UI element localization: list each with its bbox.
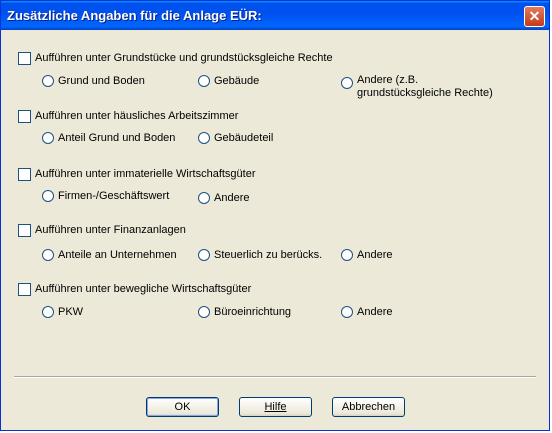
radio-label: Andere (z.B. grundstücksgleiche Rechte) <box>357 74 493 99</box>
checkbox-arbeitszimmer[interactable]: Aufführen unter häusliches Arbeitszimmer <box>18 110 238 123</box>
radio-label: Steuerlich zu berücks. <box>214 249 323 261</box>
checkbox-label: Aufführen unter bewegliche Wirtschaftsgü… <box>35 283 252 295</box>
dialog-content: Aufführen unter Grundstücke und grundstü… <box>1 30 549 430</box>
radio-firmenwert[interactable]: Firmen-/Geschäftswert <box>42 190 169 203</box>
checkbox-label: Aufführen unter Grundstücke und grundstü… <box>35 52 333 64</box>
radio-circle[interactable] <box>341 306 353 318</box>
checkbox-box[interactable] <box>18 52 31 65</box>
divider <box>14 376 536 378</box>
checkbox-immaterielle[interactable]: Aufführen unter immaterielle Wirtschafts… <box>18 168 256 181</box>
radio-andere-bewegliche[interactable]: Andere <box>341 306 392 319</box>
radio-circle[interactable] <box>42 306 54 318</box>
radio-andere-immaterielle[interactable]: Andere <box>198 192 249 205</box>
radio-bueroeinrichtung[interactable]: Büroeinrichtung <box>198 306 291 319</box>
radio-label: Anteil Grund und Boden <box>58 132 176 144</box>
help-button[interactable]: Hilfe <box>239 397 312 417</box>
checkbox-bewegliche[interactable]: Aufführen unter bewegliche Wirtschaftsgü… <box>18 283 251 296</box>
checkbox-grundstuecke[interactable]: Aufführen unter Grundstücke und grundstü… <box>18 52 333 65</box>
checkbox-box[interactable] <box>18 110 31 123</box>
radio-andere-grundstuecke[interactable]: Andere (z.B. grundstücksgleiche Rechte) <box>341 74 493 100</box>
checkbox-box[interactable] <box>18 168 31 181</box>
radio-circle[interactable] <box>198 306 210 318</box>
radio-circle[interactable] <box>341 249 353 261</box>
checkbox-box[interactable] <box>18 283 31 296</box>
ok-button[interactable]: OK <box>146 397 219 417</box>
radio-pkw[interactable]: PKW <box>42 306 83 319</box>
radio-label: Andere <box>214 192 250 204</box>
radio-anteile-unternehmen[interactable]: Anteile an Unternehmen <box>42 249 177 262</box>
radio-label: Andere <box>357 306 393 318</box>
radio-label: Gebäudeteil <box>214 132 274 144</box>
close-icon: ✕ <box>528 8 541 24</box>
radio-circle[interactable] <box>42 75 54 87</box>
radio-steuerlich[interactable]: Steuerlich zu berücks. <box>198 249 322 262</box>
radio-label: PKW <box>58 306 84 318</box>
radio-circle[interactable] <box>42 190 54 202</box>
dialog-title: Zusätzliche Angaben für die Anlage EÜR: <box>7 8 262 23</box>
checkbox-box[interactable] <box>18 224 31 237</box>
radio-gebaeudeteil[interactable]: Gebäudeteil <box>198 132 273 145</box>
cancel-button[interactable]: Abbrechen <box>332 397 405 417</box>
checkbox-label: Aufführen unter immaterielle Wirtschafts… <box>35 168 256 180</box>
radio-label: Andere <box>357 249 393 261</box>
checkbox-label: Aufführen unter häusliches Arbeitszimmer <box>35 110 239 122</box>
radio-anteil-grund-und-boden[interactable]: Anteil Grund und Boden <box>42 132 175 145</box>
radio-label: Firmen-/Geschäftswert <box>58 190 170 202</box>
radio-grund-und-boden[interactable]: Grund und Boden <box>42 75 145 88</box>
help-button-label: Hilfe <box>264 401 287 413</box>
close-button[interactable]: ✕ <box>524 6 545 27</box>
radio-andere-finanzanlagen[interactable]: Andere <box>341 249 392 262</box>
checkbox-finanzanlagen[interactable]: Aufführen unter Finanzanlagen <box>18 224 186 237</box>
radio-circle[interactable] <box>341 77 353 89</box>
radio-circle[interactable] <box>42 132 54 144</box>
radio-label: Grund und Boden <box>58 75 145 87</box>
radio-label: Gebäude <box>214 75 260 87</box>
dialog-window: Zusätzliche Angaben für die Anlage EÜR: … <box>0 0 550 431</box>
radio-circle[interactable] <box>198 192 210 204</box>
radio-circle[interactable] <box>198 75 210 87</box>
title-bar[interactable]: Zusätzliche Angaben für die Anlage EÜR: … <box>1 1 549 30</box>
radio-gebaeude[interactable]: Gebäude <box>198 75 259 88</box>
radio-label: Anteile an Unternehmen <box>58 249 177 261</box>
radio-circle[interactable] <box>42 249 54 261</box>
checkbox-label: Aufführen unter Finanzanlagen <box>35 224 186 236</box>
radio-circle[interactable] <box>198 132 210 144</box>
radio-circle[interactable] <box>198 249 210 261</box>
radio-label: Büroeinrichtung <box>214 306 292 318</box>
